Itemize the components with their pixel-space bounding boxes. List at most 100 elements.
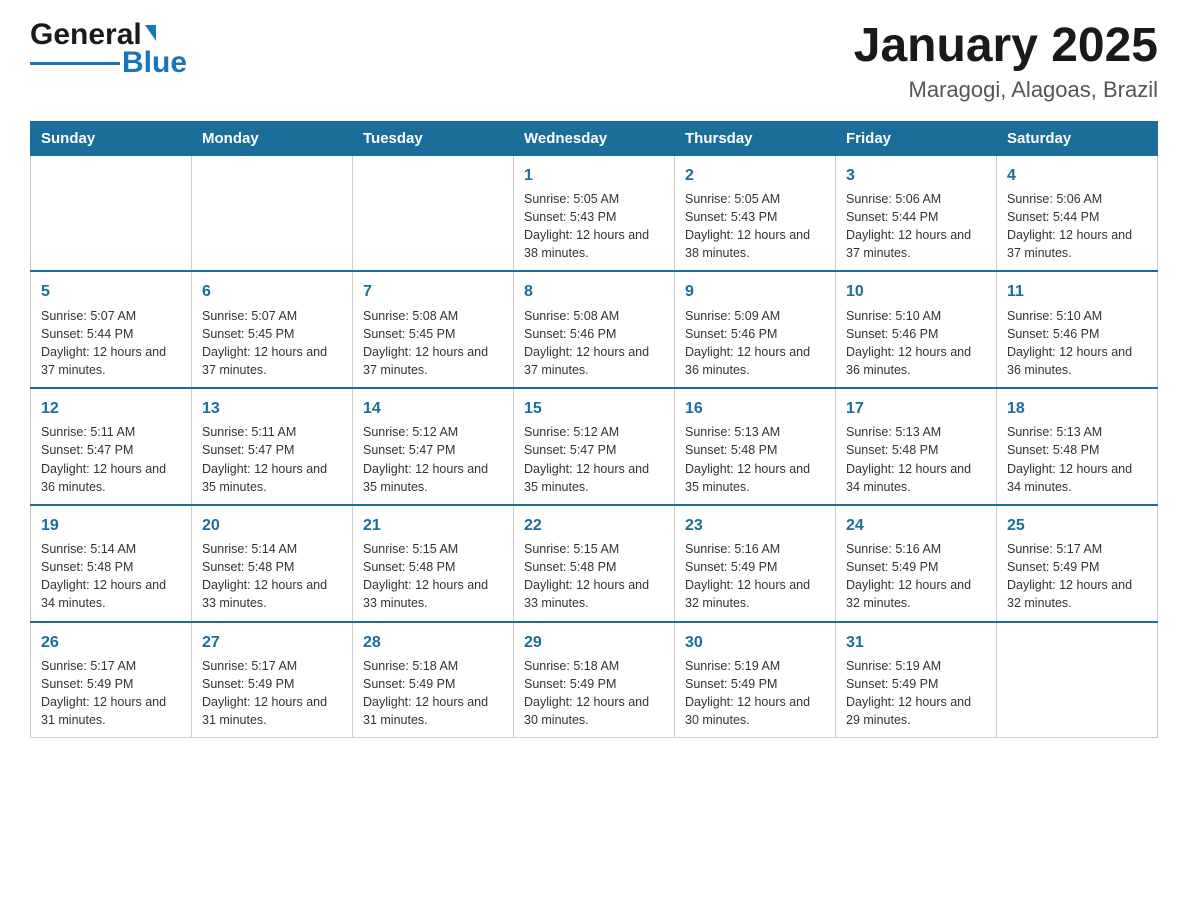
day-info: Sunrise: 5:17 AM	[202, 657, 342, 675]
day-info: Daylight: 12 hours and 29 minutes.	[846, 693, 986, 729]
day-info: Sunrise: 5:12 AM	[524, 423, 664, 441]
day-info: Sunset: 5:48 PM	[363, 558, 503, 576]
day-info: Sunset: 5:48 PM	[524, 558, 664, 576]
day-number: 30	[685, 631, 825, 654]
empty-cell	[192, 155, 353, 271]
day-cell-28: 28Sunrise: 5:18 AMSunset: 5:49 PMDayligh…	[353, 622, 514, 738]
day-number: 4	[1007, 164, 1147, 187]
day-cell-2: 2Sunrise: 5:05 AMSunset: 5:43 PMDaylight…	[675, 155, 836, 271]
day-cell-6: 6Sunrise: 5:07 AMSunset: 5:45 PMDaylight…	[192, 271, 353, 388]
day-cell-5: 5Sunrise: 5:07 AMSunset: 5:44 PMDaylight…	[31, 271, 192, 388]
day-info: Sunset: 5:49 PM	[846, 675, 986, 693]
day-info: Daylight: 12 hours and 38 minutes.	[524, 226, 664, 262]
logo: General Blue	[30, 20, 187, 78]
day-cell-30: 30Sunrise: 5:19 AMSunset: 5:49 PMDayligh…	[675, 622, 836, 738]
day-number: 3	[846, 164, 986, 187]
calendar-table: SundayMondayTuesdayWednesdayThursdayFrid…	[30, 121, 1158, 738]
day-info: Sunrise: 5:11 AM	[41, 423, 181, 441]
day-cell-12: 12Sunrise: 5:11 AMSunset: 5:47 PMDayligh…	[31, 388, 192, 505]
day-info: Daylight: 12 hours and 35 minutes.	[524, 460, 664, 496]
day-info: Sunrise: 5:13 AM	[685, 423, 825, 441]
day-number: 18	[1007, 397, 1147, 420]
day-info: Sunset: 5:44 PM	[1007, 208, 1147, 226]
day-info: Sunrise: 5:17 AM	[1007, 540, 1147, 558]
day-info: Daylight: 12 hours and 33 minutes.	[524, 576, 664, 612]
day-cell-10: 10Sunrise: 5:10 AMSunset: 5:46 PMDayligh…	[836, 271, 997, 388]
day-info: Sunset: 5:48 PM	[202, 558, 342, 576]
day-number: 14	[363, 397, 503, 420]
day-cell-23: 23Sunrise: 5:16 AMSunset: 5:49 PMDayligh…	[675, 505, 836, 622]
header-cell-monday: Monday	[192, 121, 353, 155]
day-number: 5	[41, 280, 181, 303]
header-cell-saturday: Saturday	[997, 121, 1158, 155]
day-number: 11	[1007, 280, 1147, 303]
day-number: 22	[524, 514, 664, 537]
day-cell-9: 9Sunrise: 5:09 AMSunset: 5:46 PMDaylight…	[675, 271, 836, 388]
day-info: Daylight: 12 hours and 31 minutes.	[41, 693, 181, 729]
day-number: 6	[202, 280, 342, 303]
week-row-3: 12Sunrise: 5:11 AMSunset: 5:47 PMDayligh…	[31, 388, 1158, 505]
day-info: Sunrise: 5:13 AM	[846, 423, 986, 441]
day-number: 20	[202, 514, 342, 537]
day-info: Daylight: 12 hours and 36 minutes.	[846, 343, 986, 379]
day-cell-17: 17Sunrise: 5:13 AMSunset: 5:48 PMDayligh…	[836, 388, 997, 505]
day-info: Sunrise: 5:13 AM	[1007, 423, 1147, 441]
day-number: 27	[202, 631, 342, 654]
day-info: Sunrise: 5:07 AM	[41, 307, 181, 325]
day-info: Sunrise: 5:10 AM	[846, 307, 986, 325]
day-info: Sunset: 5:49 PM	[41, 675, 181, 693]
day-info: Sunset: 5:48 PM	[1007, 441, 1147, 459]
day-info: Sunrise: 5:08 AM	[363, 307, 503, 325]
day-cell-16: 16Sunrise: 5:13 AMSunset: 5:48 PMDayligh…	[675, 388, 836, 505]
day-info: Sunset: 5:46 PM	[524, 325, 664, 343]
day-info: Sunrise: 5:06 AM	[846, 190, 986, 208]
day-info: Daylight: 12 hours and 32 minutes.	[1007, 576, 1147, 612]
location-title: Maragogi, Alagoas, Brazil	[854, 77, 1158, 103]
day-number: 21	[363, 514, 503, 537]
day-cell-22: 22Sunrise: 5:15 AMSunset: 5:48 PMDayligh…	[514, 505, 675, 622]
day-info: Sunrise: 5:14 AM	[41, 540, 181, 558]
day-info: Sunrise: 5:14 AM	[202, 540, 342, 558]
day-cell-11: 11Sunrise: 5:10 AMSunset: 5:46 PMDayligh…	[997, 271, 1158, 388]
day-cell-3: 3 Sunrise: 5:06 AMSunset: 5:44 PMDaylight…	[836, 155, 997, 271]
day-info: Sunset: 5:47 PM	[524, 441, 664, 459]
day-number: 7	[363, 280, 503, 303]
day-info: Daylight: 12 hours and 37 minutes.	[363, 343, 503, 379]
day-cell-8: 8Sunrise: 5:08 AMSunset: 5:46 PMDaylight…	[514, 271, 675, 388]
day-info: Sunset: 5:44 PM	[846, 208, 986, 226]
empty-cell	[997, 622, 1158, 738]
day-info: Daylight: 12 hours and 31 minutes.	[363, 693, 503, 729]
day-info: Daylight: 12 hours and 33 minutes.	[202, 576, 342, 612]
day-info: Sunset: 5:47 PM	[363, 441, 503, 459]
header-cell-tuesday: Tuesday	[353, 121, 514, 155]
day-info: Sunset: 5:49 PM	[202, 675, 342, 693]
day-info: Daylight: 12 hours and 37 minutes.	[1007, 226, 1147, 262]
day-info: Daylight: 12 hours and 36 minutes.	[41, 460, 181, 496]
day-info: Sunrise: 5:19 AM	[846, 657, 986, 675]
day-info: Sunset: 5:48 PM	[685, 441, 825, 459]
logo-blue: Blue	[122, 48, 187, 78]
day-number: 26	[41, 631, 181, 654]
day-info: Daylight: 12 hours and 30 minutes.	[524, 693, 664, 729]
month-year-title: January 2025	[854, 20, 1158, 73]
day-number: 2	[685, 164, 825, 187]
day-cell-24: 24Sunrise: 5:16 AMSunset: 5:49 PMDayligh…	[836, 505, 997, 622]
logo-triangle-icon	[145, 25, 156, 41]
day-info: Sunrise: 5:07 AM	[202, 307, 342, 325]
day-info: Daylight: 12 hours and 30 minutes.	[685, 693, 825, 729]
header: General Blue January 2025 Maragogi, Alag…	[30, 20, 1158, 103]
day-info: Sunset: 5:43 PM	[685, 208, 825, 226]
day-info: Daylight: 12 hours and 37 minutes.	[846, 226, 986, 262]
day-info: Daylight: 12 hours and 34 minutes.	[1007, 460, 1147, 496]
empty-cell	[353, 155, 514, 271]
week-row-1: 1Sunrise: 5:05 AMSunset: 5:43 PMDaylight…	[31, 155, 1158, 271]
day-info: Sunset: 5:49 PM	[685, 675, 825, 693]
day-cell-1: 1Sunrise: 5:05 AMSunset: 5:43 PMDaylight…	[514, 155, 675, 271]
header-cell-thursday: Thursday	[675, 121, 836, 155]
empty-cell	[31, 155, 192, 271]
day-number: 15	[524, 397, 664, 420]
day-info: Daylight: 12 hours and 35 minutes.	[202, 460, 342, 496]
day-info: Sunrise: 5:15 AM	[363, 540, 503, 558]
day-number: 25	[1007, 514, 1147, 537]
day-info: Sunset: 5:45 PM	[363, 325, 503, 343]
